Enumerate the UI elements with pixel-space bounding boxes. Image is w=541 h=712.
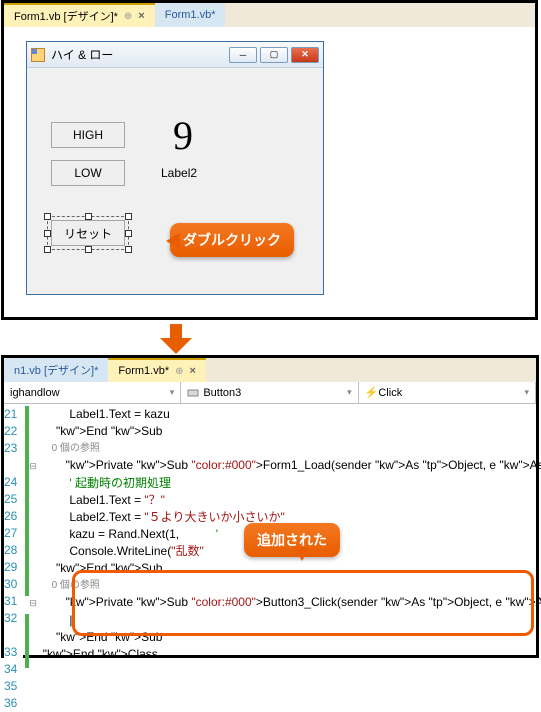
tab-bar: Form1.vb [デザイン]* ⊕ × Form1.vb* [4, 3, 535, 27]
close-icon[interactable]: × [190, 365, 196, 377]
tab-design[interactable]: n1.vb [デザイン]* [4, 358, 108, 382]
app-icon [31, 48, 45, 62]
resize-handle[interactable] [125, 213, 132, 220]
resize-handle[interactable] [125, 246, 132, 253]
chevron-down-icon: ▾ [347, 387, 352, 398]
tab-code[interactable]: Form1.vb* [155, 3, 226, 27]
object-dropdown[interactable]: Button3▾ [181, 382, 358, 403]
code-editor[interactable]: 212223 242526272829303132 33343536 Label… [4, 404, 536, 712]
button-icon [187, 387, 199, 399]
window-title: ハイ & ロー [51, 46, 113, 63]
tab-label: n1.vb [デザイン]* [14, 362, 98, 378]
tab-label: Form1.vb* [165, 9, 216, 21]
chevron-down-icon: ▾ [524, 387, 529, 398]
tab-design[interactable]: Form1.vb [デザイン]* ⊕ × [4, 3, 155, 27]
label2: Label2 [161, 166, 197, 180]
callout-doubleclick: ダブルクリック [170, 223, 294, 257]
resize-handle[interactable] [44, 246, 51, 253]
line-numbers: 212223 242526272829303132 33343536 [4, 404, 23, 712]
minimize-button[interactable]: ─ [229, 47, 257, 63]
close-icon[interactable]: × [138, 10, 144, 22]
code-content[interactable]: Label1.Text = kazu "kw">End "kw">Sub 0 個… [23, 404, 541, 712]
resize-handle[interactable] [44, 230, 51, 237]
resize-handle[interactable] [85, 213, 92, 220]
scope-dropdown[interactable]: ighandlow▾ [4, 382, 181, 403]
close-button[interactable]: ✕ [291, 47, 319, 63]
pin-icon: ⊕ [124, 11, 132, 22]
resize-handle[interactable] [125, 230, 132, 237]
tab-label: Form1.vb [デザイン]* [14, 8, 118, 24]
window-titlebar: ハイ & ロー ─ ▢ ✕ [27, 42, 323, 68]
chevron-down-icon: ▾ [170, 387, 175, 398]
arrow-down-icon [160, 324, 192, 354]
resize-handle[interactable] [85, 246, 92, 253]
number-label: 9 [173, 112, 193, 159]
resize-handle[interactable] [44, 213, 51, 220]
lightning-icon: ⚡ [365, 386, 379, 399]
high-button[interactable]: HIGH [51, 122, 125, 148]
maximize-button[interactable]: ▢ [260, 47, 288, 63]
reset-button[interactable]: リセット [51, 220, 125, 246]
low-button[interactable]: LOW [51, 160, 125, 186]
tab-bar: n1.vb [デザイン]* Form1.vb* ⊕ × [4, 358, 536, 382]
event-dropdown[interactable]: ⚡Click▾ [359, 382, 536, 403]
dropdown-bar: ighandlow▾ Button3▾ ⚡Click▾ [4, 382, 536, 404]
highlight-added [72, 570, 534, 636]
tab-label: Form1.vb* [118, 365, 169, 377]
selection-box[interactable]: リセット [47, 216, 129, 250]
pin-icon: ⊕ [175, 366, 183, 377]
tab-code[interactable]: Form1.vb* ⊕ × [108, 358, 206, 382]
callout-added: 追加された [244, 523, 340, 557]
